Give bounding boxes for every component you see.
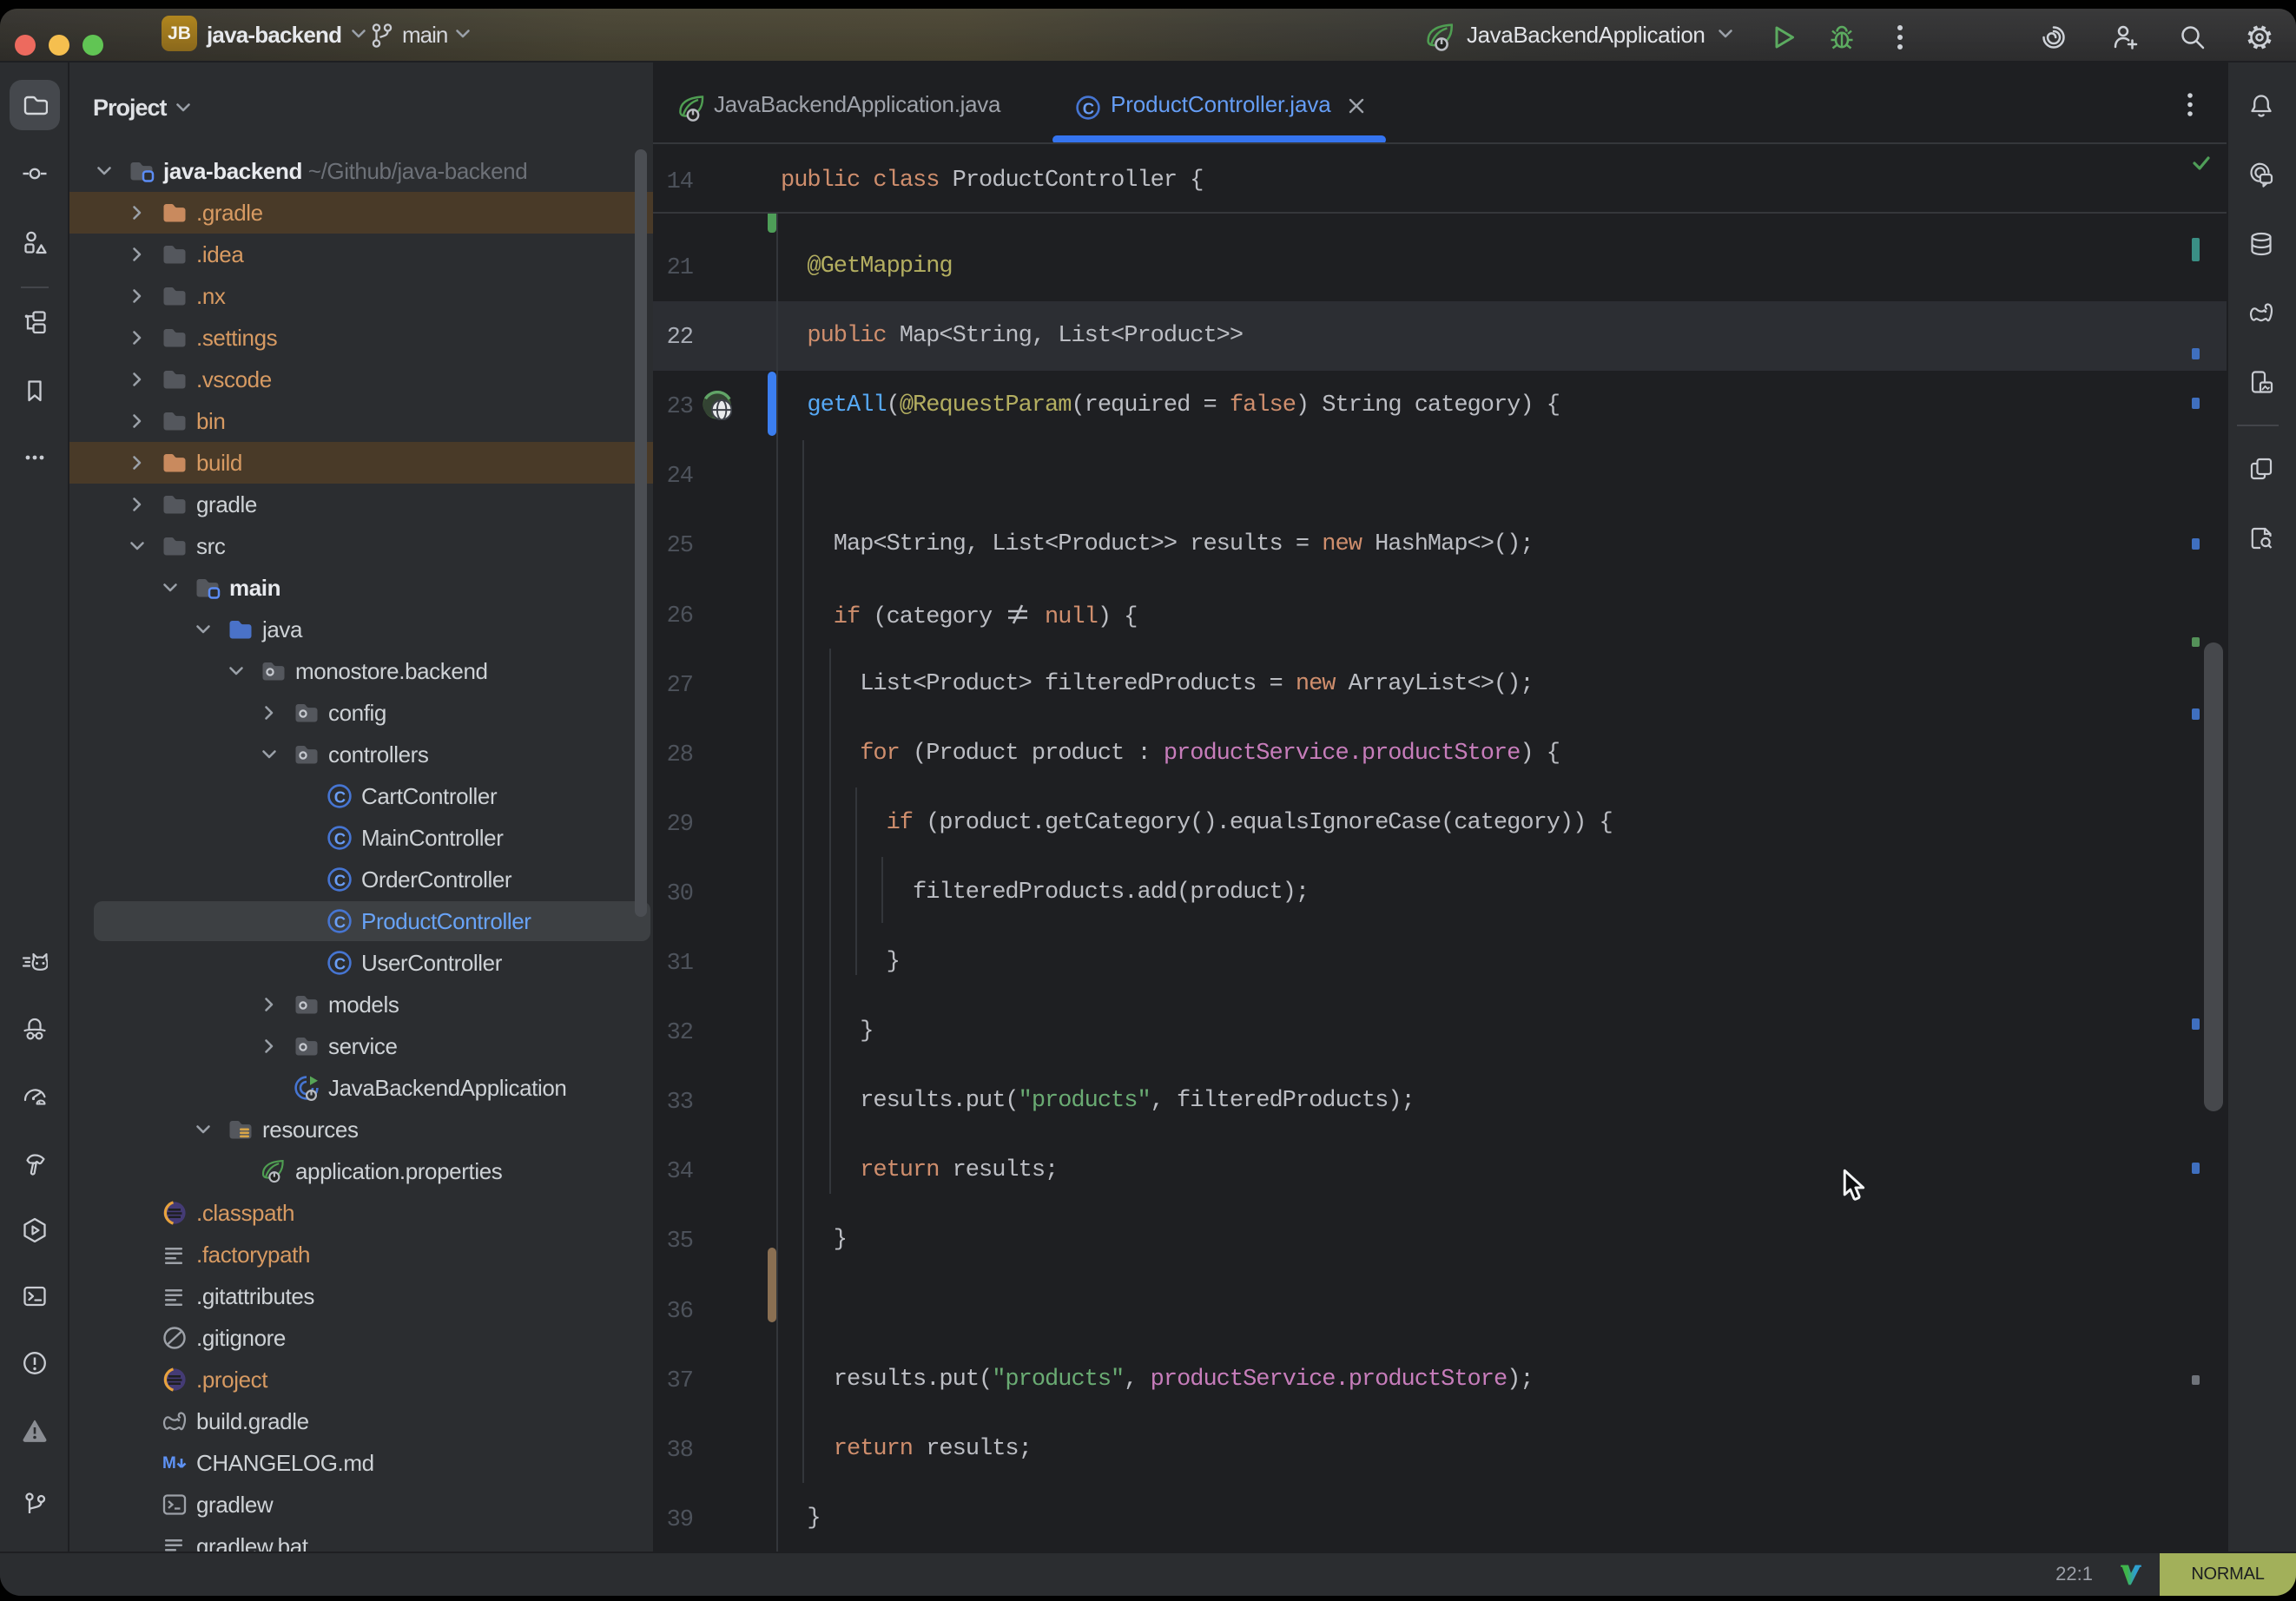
- svg-text:C: C: [334, 788, 346, 807]
- svg-text:C: C: [334, 830, 346, 848]
- svg-text:M: M: [162, 1454, 176, 1473]
- svg-text:C: C: [334, 955, 346, 973]
- svg-text:C: C: [334, 872, 346, 890]
- svg-text:C: C: [334, 913, 346, 932]
- svg-text:C: C: [1083, 100, 1094, 118]
